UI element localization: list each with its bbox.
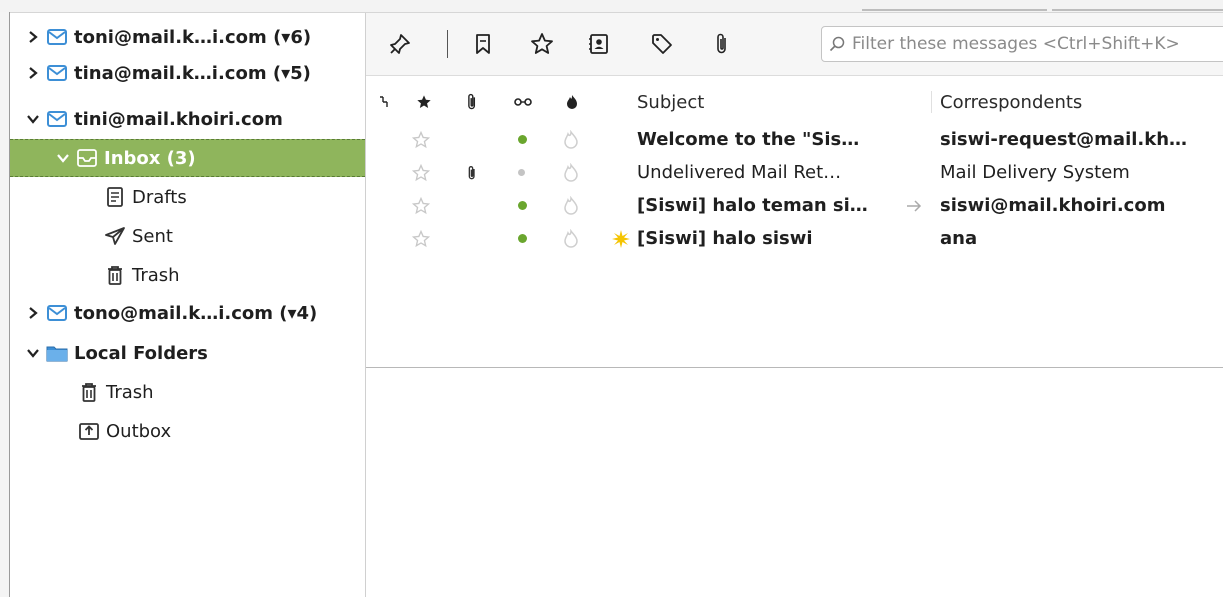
star-icon[interactable] [527, 29, 557, 59]
trash-icon [104, 264, 126, 286]
message-correspondent: siswi-request@mail.kh… [940, 129, 1188, 150]
filter-input[interactable] [852, 34, 1223, 54]
column-header-correspondents[interactable]: Correspondents [940, 89, 1082, 115]
chevron-down-icon[interactable] [54, 149, 72, 167]
star-outline-icon[interactable] [412, 189, 434, 222]
message-row[interactable]: Welcome to the "Sis… siswi-request@mail.… [366, 123, 1223, 156]
message-preview-pane [366, 368, 1223, 597]
message-row[interactable]: [Siswi] halo teman si… siswi@mail.khoiri… [366, 189, 1223, 222]
account-row-toni[interactable]: toni@mail.k…i.com (▾6) [24, 18, 379, 56]
account-label: tina@mail.k…i.com (▾5) [74, 62, 311, 84]
window-top-strip [0, 0, 1223, 13]
message-row[interactable]: [Siswi] halo siswi ana [366, 222, 1223, 255]
quick-filter-toolbar [366, 13, 1223, 76]
window-left-border [0, 12, 10, 597]
outbox-icon [78, 420, 100, 442]
message-subject: [Siswi] halo siswi [637, 228, 813, 249]
message-subject: [Siswi] halo teman si… [637, 195, 868, 216]
junk-icon[interactable] [563, 123, 581, 156]
column-header-subject[interactable]: Subject [637, 89, 704, 115]
star-outline-icon[interactable] [412, 156, 434, 189]
tag-icon[interactable] [647, 29, 677, 59]
inbox-icon [76, 147, 98, 169]
folder-label: Inbox (3) [104, 147, 196, 169]
folder-label: Sent [132, 225, 173, 247]
read-status-dot[interactable] [518, 189, 532, 222]
account-row-tini[interactable]: tini@mail.khoiri.com [24, 100, 379, 138]
junk-status-column-icon[interactable] [565, 89, 579, 115]
folder-label: Local Folders [74, 342, 208, 364]
filter-search-box[interactable] [821, 26, 1223, 62]
folder-icon [46, 342, 68, 364]
read-status-dot[interactable] [518, 156, 532, 189]
account-label: tono@mail.k…i.com (▾4) [74, 302, 318, 324]
star-outline-icon[interactable] [412, 123, 434, 156]
search-icon [822, 36, 852, 52]
top-tab-indicator [1052, 9, 1223, 11]
column-divider [931, 91, 932, 113]
message-correspondent: Mail Delivery System [940, 162, 1130, 183]
folder-pane: toni@mail.k…i.com (▾6) tina@mail.k…i.com… [10, 13, 366, 597]
mail-account-icon [46, 108, 68, 130]
read-status-dot[interactable] [518, 123, 532, 156]
read-status-dot[interactable] [518, 222, 532, 255]
account-row-tono[interactable]: tono@mail.k…i.com (▾4) [24, 294, 379, 332]
message-subject: Welcome to the "Sis… [637, 129, 860, 150]
account-label: toni@mail.k…i.com (▾6) [74, 26, 312, 48]
thread-column-header: Subject Correspondents [366, 85, 1223, 119]
chevron-down-icon[interactable] [24, 344, 42, 362]
chevron-right-icon[interactable] [24, 28, 42, 46]
junk-icon[interactable] [563, 189, 581, 222]
junk-icon[interactable] [563, 222, 581, 255]
folder-label: Trash [132, 264, 180, 286]
bookmark-icon[interactable] [468, 29, 498, 59]
junk-icon[interactable] [563, 156, 581, 189]
arrow-right-icon [906, 189, 926, 222]
drafts-icon [104, 186, 126, 208]
message-subject: Undelivered Mail Ret… [637, 162, 842, 183]
folder-inbox[interactable]: Inbox (3) [10, 139, 365, 177]
star-outline-icon[interactable] [412, 222, 434, 255]
toolbar-separator [447, 30, 448, 58]
mail-account-icon [46, 302, 68, 324]
account-label: tini@mail.khoiri.com [74, 108, 283, 130]
message-pane: Subject Correspondents Welcome to the "S… [366, 13, 1223, 597]
message-row[interactable]: Undelivered Mail Ret… Mail Delivery Syst… [366, 156, 1223, 189]
message-correspondent: ana [940, 228, 978, 249]
quick-filter-pin-icon[interactable] [385, 29, 415, 59]
folder-label: Outbox [106, 420, 172, 442]
contact-icon[interactable] [584, 29, 614, 59]
mail-account-icon [46, 62, 68, 84]
read-status-column-icon[interactable] [514, 89, 532, 115]
attachment-column-icon[interactable] [465, 89, 479, 115]
new-message-star-icon [611, 222, 633, 255]
thread-column-icon[interactable] [378, 89, 390, 115]
chevron-right-icon[interactable] [24, 64, 42, 82]
local-folders-row[interactable]: Local Folders [24, 334, 379, 372]
chevron-right-icon[interactable] [24, 304, 42, 322]
folder-label: Drafts [132, 186, 187, 208]
message-correspondent: siswi@mail.khoiri.com [940, 195, 1166, 216]
folder-label: Trash [106, 381, 154, 403]
starred-column-icon[interactable] [416, 89, 432, 115]
attachment-icon [466, 156, 482, 189]
sent-icon [104, 225, 126, 247]
top-tab-indicator [862, 9, 1047, 11]
mail-account-icon [46, 26, 68, 48]
account-row-tina[interactable]: tina@mail.k…i.com (▾5) [24, 54, 379, 92]
chevron-down-icon[interactable] [24, 110, 42, 128]
attachment-icon[interactable] [707, 29, 737, 59]
trash-icon [78, 381, 100, 403]
